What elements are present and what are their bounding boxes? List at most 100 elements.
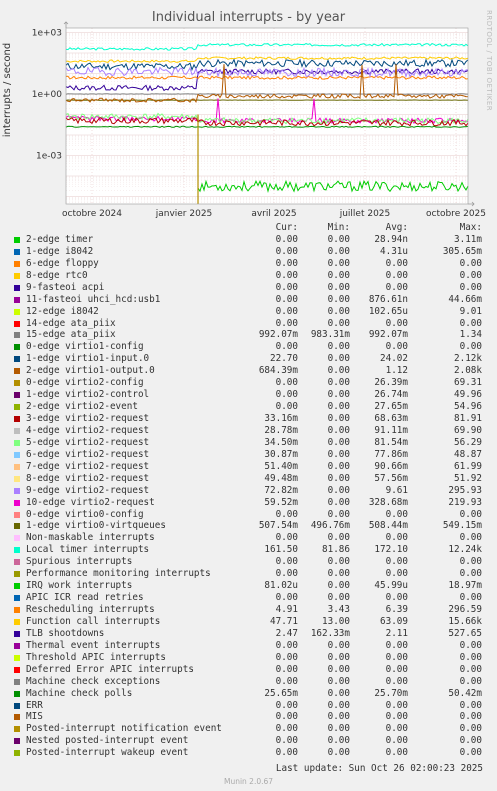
legend-value-max: 295.93 <box>448 484 482 496</box>
legend-value-max: 0.00 <box>459 735 482 747</box>
legend-swatch <box>14 344 20 351</box>
legend-label: 2-edge virtio2-event <box>26 401 138 413</box>
legend-swatch <box>14 248 20 255</box>
legend-label: 10-edge virtio2-request <box>26 496 155 508</box>
legend-value-max: 2.08k <box>454 365 482 377</box>
legend-swatch <box>14 392 20 399</box>
legend-value-max: 61.99 <box>454 460 482 472</box>
legend-label: 4-edge virtio2-request <box>26 424 150 436</box>
legend-swatch <box>14 750 20 757</box>
legend-value-avg: 0.00 <box>385 699 408 711</box>
legend-value-avg: 0.00 <box>385 639 408 651</box>
legend-swatch <box>14 236 20 243</box>
legend-label: Deferred Error APIC interrupts <box>26 663 194 675</box>
legend-label: ERR <box>26 699 43 711</box>
legend-label: 0-edge virtio2-config <box>26 377 144 389</box>
legend-swatch <box>14 296 20 303</box>
legend-label: Spurious interrupts <box>26 556 133 568</box>
legend-swatch <box>14 451 20 458</box>
legend-label: Performance monitoring interrupts <box>26 568 211 580</box>
legend-header-avg: Avg: <box>385 222 408 233</box>
legend-value-max: 0.00 <box>459 532 482 544</box>
legend-swatch <box>14 416 20 422</box>
legend-label: 1-edge virtio2-control <box>26 389 150 401</box>
legend-value-max: 50.42m <box>448 687 482 699</box>
y-tick-label: 1e+03 <box>32 29 62 39</box>
legend-label: Machine check exceptions <box>26 675 161 687</box>
legend-value-max: 69.31 <box>454 377 482 389</box>
legend-value-max: 81.91 <box>454 413 482 424</box>
legend-label: Posted-interrupt wakeup event <box>26 747 189 759</box>
legend-label: Nested posted-interrupt event <box>26 735 189 747</box>
legend-label: Posted-interrupt notification event <box>26 723 222 735</box>
legend-value-max: 0.00 <box>459 711 482 723</box>
legend-value-max: 527.65 <box>448 627 482 639</box>
legend-value-avg: 0.00 <box>385 341 408 353</box>
legend-value-avg: 57.56m <box>374 472 408 484</box>
legend-value-max: 0.00 <box>459 341 482 353</box>
legend-swatch <box>14 272 20 279</box>
legend-value-max: 51.92 <box>454 472 482 484</box>
legend-value-avg: 77.86m <box>374 448 408 460</box>
legend-swatch <box>14 618 20 625</box>
legend-label: 1-edge virtio1-input.0 <box>26 353 150 365</box>
legend-value-avg: 81.54m <box>374 436 408 448</box>
legend-swatch <box>14 404 20 411</box>
legend-value-avg: 508.44m <box>368 520 408 532</box>
legend-value-avg: 90.66m <box>374 460 408 472</box>
legend-swatch <box>14 595 20 602</box>
legend-value-max: 44.66m <box>448 293 482 305</box>
y-axis-arrow <box>63 21 69 28</box>
legend-value-max: 549.15m <box>442 520 482 532</box>
legend-value-max: 0.00 <box>459 651 482 663</box>
last-update: Last update: Sun Oct 26 02:00:23 2025 <box>275 763 483 774</box>
y-tick-label: 1e+00 <box>32 90 63 100</box>
legend-value-avg: 0.00 <box>385 675 408 687</box>
legend-value-avg: 172.10 <box>374 544 408 556</box>
legend-swatch <box>14 726 20 733</box>
legend-value-max: 0.00 <box>459 257 482 269</box>
x-tick-label: janvier 2025 <box>155 209 213 219</box>
legend-value-max: 54.96 <box>454 401 482 413</box>
legend-value-max: 305.65m <box>442 245 482 257</box>
legend-value-avg: 0.00 <box>385 532 408 544</box>
legend-value-avg: 992.07m <box>368 329 408 341</box>
series-line-virtqueues <box>65 99 469 101</box>
legend-swatch <box>14 571 20 578</box>
legend-value-max: 0.00 <box>459 723 482 735</box>
legend-label: 3-edge virtio2-request <box>26 413 150 424</box>
legend-swatch <box>14 523 20 530</box>
y-tick-label: 1e-03 <box>36 152 62 162</box>
legend-label: Local timer interrupts <box>26 544 150 556</box>
legend-value-max: 9.01 <box>459 305 482 317</box>
legend-value-avg: 0.00 <box>385 735 408 747</box>
legend-value-max: 0.00 <box>459 663 482 675</box>
legend-value-avg: 0.00 <box>385 257 408 269</box>
legend-swatch <box>14 368 20 375</box>
legend-swatch <box>14 666 20 673</box>
legend-value-max: 1.34 <box>459 329 482 341</box>
legend-swatch <box>14 738 20 745</box>
legend-swatch <box>14 678 20 685</box>
legend-swatch <box>14 439 20 446</box>
legend-label: Non-maskable interrupts <box>26 532 155 544</box>
legend-value-avg: 0.00 <box>385 723 408 735</box>
x-tick-label: juillet 2025 <box>339 209 391 219</box>
legend-label: 6-edge floppy <box>26 257 99 269</box>
legend-swatch <box>14 463 20 470</box>
legend-label: Thermal event interrupts <box>26 639 161 651</box>
munin-version: Munin 2.0.67 <box>223 777 274 786</box>
legend-label: APIC ICR read retries <box>26 592 144 604</box>
legend-value-max: 2.12k <box>454 353 482 365</box>
legend-swatch <box>14 499 20 506</box>
legend-value-avg: 0.00 <box>385 317 408 329</box>
x-tick-label: avril 2025 <box>251 209 296 219</box>
legend-value-avg: 28.94n <box>374 233 408 245</box>
legend-swatch <box>14 308 20 315</box>
legend-value-avg: 0.00 <box>385 508 408 520</box>
legend-value-max: 219.93 <box>448 496 482 508</box>
x-axis-arrow <box>468 201 475 207</box>
legend-value-avg: 4.31u <box>380 245 408 257</box>
legend-swatch <box>14 547 20 554</box>
legend-value-avg: 2.11 <box>385 627 408 639</box>
